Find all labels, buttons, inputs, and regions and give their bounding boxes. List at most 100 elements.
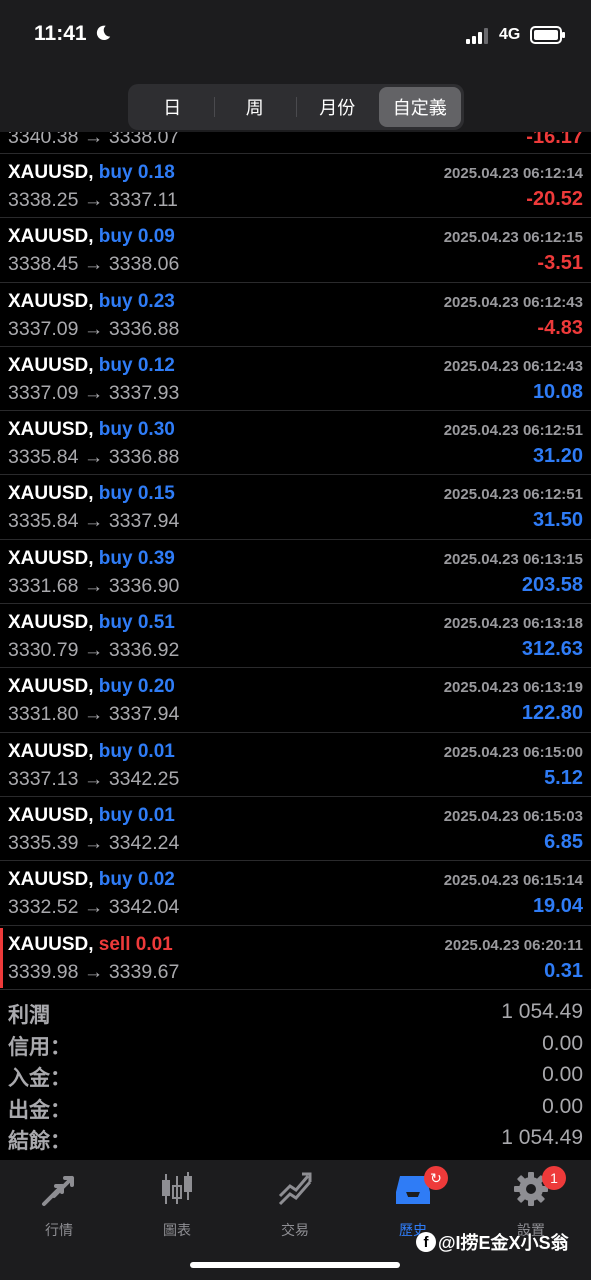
tab-quotes[interactable]: 行情: [0, 1168, 118, 1238]
deal-time: 2025.04.23 06:20:11: [444, 936, 583, 954]
deal-time: 2025.04.23 06:12:43: [443, 357, 583, 375]
segment-day[interactable]: 日: [131, 87, 214, 127]
deal-prices: 3338.25 → 3337.11: [8, 189, 178, 211]
moon-icon: [96, 25, 111, 41]
deal-symbol: XAUUSD,: [8, 740, 94, 762]
deal-symbol: XAUUSD,: [8, 162, 94, 183]
deal-symbol: XAUUSD,: [8, 419, 94, 441]
deal-prices: 3335.39 → 3342.24: [8, 831, 180, 854]
deal-profit: -20.52: [526, 188, 583, 210]
deal-title: XAUUSD, buy 0.51: [8, 612, 175, 634]
summary-profit: 利潤 1 054.49: [0, 997, 591, 1029]
trade-trend-icon: [278, 1172, 312, 1206]
summary-label: 利潤: [8, 1004, 50, 1027]
tab-label: 交易: [281, 1222, 309, 1238]
list-item[interactable]: XAUUSD, buy 0.09 2025.04.23 06:12:15 3338.…: [0, 218, 591, 283]
summary-value: 1 054.49: [501, 1126, 583, 1149]
deal-prices: 3332.52 → 3342.04: [8, 896, 180, 919]
list-item[interactable]: XAUUSD, buy 0.20 2025.04.23 06:13:19 3331.…: [0, 668, 591, 733]
deal-symbol: XAUUSD,: [8, 804, 94, 826]
deal-direction: buy 0.01: [98, 804, 175, 826]
deal-symbol: XAUUSD,: [8, 290, 94, 312]
battery-icon: [530, 26, 565, 44]
list-item[interactable]: XAUUSD, buy 0.02 2025.04.23 06:15:14 3332.…: [0, 861, 591, 926]
deal-prices: 3340.38 → 3338.07: [8, 132, 180, 148]
deal-time: 2025.04.23 06:12:51: [443, 486, 583, 504]
deal-prices: 3339.98 → 3339.67: [8, 960, 180, 983]
list-item-partial[interactable]: 3340.38 → 3338.07 -16.17: [0, 132, 591, 154]
deal-title: XAUUSD, buy 0.02: [8, 869, 175, 891]
summary-value: 1 054.49: [501, 1000, 583, 1023]
deal-title: XAUUSD, buy 0.39: [8, 548, 175, 570]
deal-prices: 3335.84 → 3337.94: [8, 510, 180, 533]
deal-symbol: XAUUSD,: [8, 612, 94, 634]
segment-month[interactable]: 月份: [296, 87, 379, 127]
list-item[interactable]: XAUUSD, buy 0.30 2025.04.23 06:12:51 3335.…: [0, 411, 591, 476]
deal-direction: buy 0.12: [98, 354, 175, 376]
tab-label: 圖表: [163, 1222, 191, 1238]
summary-label: 入金：: [8, 1067, 71, 1090]
deal-symbol: XAUUSD,: [8, 676, 94, 698]
deal-title: XAUUSD, buy 0.18: [8, 162, 175, 184]
segment-custom[interactable]: 自定義: [378, 87, 461, 127]
tab-chart[interactable]: 圖表: [118, 1168, 236, 1238]
deal-time: 2025.04.23 06:15:00: [443, 743, 583, 761]
deal-profit: 6.85: [544, 830, 583, 853]
deal-profit: 203.58: [521, 573, 583, 596]
deal-direction: buy 0.23: [98, 290, 175, 312]
summary-label: 結餘：: [8, 1130, 71, 1153]
deal-prices: 3330.79 → 3336.92: [8, 639, 180, 662]
list-item[interactable]: XAUUSD, buy 0.51 2025.04.23 06:13:18 3330.…: [0, 604, 591, 669]
facebook-icon: f: [416, 1232, 436, 1252]
summary-label: 出金：: [8, 1098, 71, 1122]
deal-title: XAUUSD, buy 0.12: [8, 355, 175, 377]
deal-symbol: XAUUSD,: [8, 226, 94, 248]
deal-profit: -16.17: [526, 132, 583, 148]
deal-prices: 3337.09 → 3336.88: [8, 317, 180, 340]
deal-prices: 3338.45 → 3338.06: [8, 253, 180, 276]
deal-prices: 3337.13 → 3342.25: [8, 767, 180, 790]
list-item[interactable]: XAUUSD, buy 0.12 2025.04.23 06:12:43 3337.…: [0, 347, 591, 412]
deal-direction: buy 0.51: [98, 612, 175, 634]
deal-title: XAUUSD, buy 0.09: [8, 226, 175, 248]
status-time: 11:41: [34, 22, 87, 45]
segment-week[interactable]: 周: [213, 87, 297, 127]
deal-symbol: XAUUSD,: [8, 869, 94, 891]
summary-value: 0.00: [542, 1031, 583, 1055]
summary-label: 信用：: [8, 1035, 71, 1059]
deal-direction: buy 0.20: [98, 676, 175, 698]
tab-trade[interactable]: 交易: [236, 1168, 354, 1238]
period-header: 日 周 月份 自定義: [0, 70, 591, 132]
watermark: f @I捞E金X小S翁: [416, 1228, 569, 1256]
account-summary: 利潤 1 054.49 信用： 0.00 入金： 0.00 出金： 0.00 結…: [0, 997, 591, 1155]
list-item[interactable]: XAUUSD, buy 0.39 2025.04.23 06:13:15 3331.…: [0, 540, 591, 605]
deal-title: XAUUSD, sell 0.01: [8, 934, 173, 956]
list-item[interactable]: XAUUSD, sell 0.01 2025.04.23 06:20:11 3339…: [0, 926, 591, 990]
deal-time: 2025.04.23 06:12:51: [443, 422, 583, 440]
deal-direction: sell 0.01: [98, 933, 173, 955]
deal-profit: 10.08: [532, 380, 583, 403]
list-item[interactable]: XAUUSD, buy 0.15 2025.04.23 06:12:51 3335.…: [0, 475, 591, 540]
list-item[interactable]: XAUUSD, buy 0.23 2025.04.23 06:12:43 3337.…: [0, 283, 591, 347]
deal-symbol: XAUUSD,: [8, 354, 94, 376]
deal-title: XAUUSD, buy 0.15: [8, 483, 175, 505]
deal-title: XAUUSD, buy 0.30: [8, 419, 175, 441]
list-item[interactable]: XAUUSD, buy 0.01 2025.04.23 06:15:03 3335.…: [0, 797, 591, 862]
deal-time: 2025.04.23 06:12:15: [443, 229, 583, 247]
summary-withdrawal: 出金： 0.00: [0, 1092, 591, 1124]
summary-value: 0.00: [542, 1094, 583, 1118]
deal-direction: buy 0.15: [98, 483, 175, 505]
deal-direction: buy 0.02: [98, 869, 175, 891]
deal-direction: buy 0.18: [98, 162, 175, 183]
list-item[interactable]: XAUUSD, buy 0.01 2025.04.23 06:15:00 3337.…: [0, 733, 591, 797]
deal-time: 2025.04.23 06:12:43: [443, 293, 583, 311]
deal-profit: 5.12: [544, 766, 583, 789]
deal-time: 2025.04.23 06:13:15: [443, 550, 583, 568]
history-refresh-badge: ↻: [424, 1166, 448, 1190]
deal-profit: 19.04: [532, 895, 583, 918]
settings-count-badge: 1: [542, 1166, 566, 1190]
deal-direction: buy 0.01: [98, 740, 175, 762]
list-item[interactable]: XAUUSD, buy 0.18 2025.04.23 06:12:14 3338.…: [0, 154, 591, 219]
deal-symbol: XAUUSD,: [8, 547, 94, 569]
candlestick-chart-icon: [162, 1172, 192, 1204]
